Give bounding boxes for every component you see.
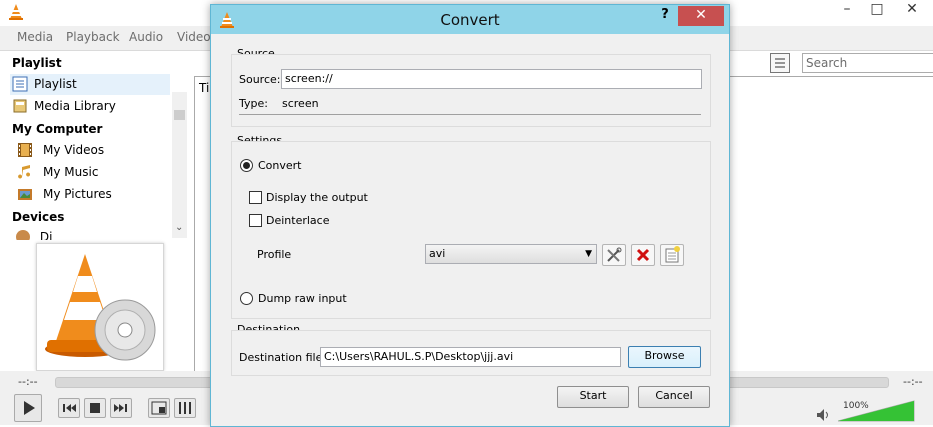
new-document-icon bbox=[665, 246, 680, 263]
display-output-label: Display the output bbox=[266, 191, 368, 204]
browse-button[interactable]: Browse bbox=[628, 346, 701, 368]
dump-raw-radio[interactable] bbox=[240, 292, 253, 305]
delete-icon bbox=[636, 248, 650, 262]
delete-profile-button[interactable] bbox=[631, 244, 655, 266]
menu-video[interactable]: Video bbox=[177, 30, 211, 44]
playlist-icon bbox=[12, 76, 28, 92]
chevron-down-icon[interactable]: ⌄ bbox=[175, 222, 183, 233]
extended-settings-button[interactable] bbox=[174, 398, 196, 418]
type-label: Type: bbox=[239, 97, 268, 110]
next-icon bbox=[114, 404, 127, 412]
maximize-button[interactable]: □ bbox=[862, 0, 892, 20]
sidebar-item-my-pictures[interactable]: My Pictures bbox=[15, 184, 175, 205]
convert-radio[interactable] bbox=[240, 159, 253, 172]
play-icon bbox=[24, 401, 35, 415]
scrollbar-thumb[interactable] bbox=[174, 110, 185, 120]
source-label: Source: bbox=[239, 73, 281, 86]
sidebar-item-media-library[interactable]: Media Library bbox=[10, 96, 170, 117]
album-art bbox=[36, 243, 164, 371]
vlc-cone-icon bbox=[9, 4, 23, 20]
sidebar-item-label: Media Library bbox=[34, 99, 116, 113]
sidebar-item-label: My Pictures bbox=[43, 187, 112, 201]
sidebar-item-my-music[interactable]: My Music bbox=[15, 162, 175, 183]
stop-icon bbox=[90, 403, 100, 413]
previous-button[interactable] bbox=[58, 398, 80, 418]
display-output-checkbox[interactable] bbox=[249, 191, 262, 204]
sidebar-scrollbar[interactable]: ⌄ bbox=[172, 92, 187, 238]
picture-icon bbox=[18, 189, 32, 200]
dialog-title-bar[interactable]: Convert ? ✕ bbox=[211, 5, 729, 34]
type-value: screen bbox=[282, 97, 319, 110]
sidebar-header-playlist: Playlist bbox=[12, 56, 62, 70]
film-icon bbox=[18, 143, 32, 157]
sidebar-header-devices: Devices bbox=[12, 210, 65, 224]
vlc-cone-art bbox=[45, 254, 156, 361]
dialog-close-button[interactable]: ✕ bbox=[678, 6, 724, 26]
deinterlace-label: Deinterlace bbox=[266, 214, 330, 227]
menu-media[interactable]: Media bbox=[17, 30, 53, 44]
playlist-column-header[interactable]: Ti bbox=[199, 81, 209, 95]
cancel-button[interactable]: Cancel bbox=[638, 386, 710, 408]
fullscreen-button[interactable] bbox=[148, 398, 170, 418]
equalizer-icon bbox=[179, 402, 191, 414]
media-library-icon bbox=[13, 99, 27, 113]
start-button[interactable]: Start bbox=[557, 386, 629, 408]
search-input[interactable]: Search bbox=[802, 53, 933, 73]
stop-button[interactable] bbox=[84, 398, 106, 418]
source-group bbox=[231, 54, 711, 127]
convert-dialog: Convert ? ✕ Source Source: screen:// Typ… bbox=[210, 4, 730, 427]
help-button[interactable]: ? bbox=[655, 7, 675, 22]
dialog-title: Convert bbox=[440, 11, 500, 29]
edit-profile-button[interactable] bbox=[602, 244, 626, 266]
sidebar-item-my-videos[interactable]: My Videos bbox=[15, 140, 175, 161]
dump-raw-label: Dump raw input bbox=[258, 292, 347, 305]
new-profile-button[interactable] bbox=[660, 244, 684, 266]
sidebar-item-label: Playlist bbox=[34, 77, 77, 91]
sidebar-item-devices-partial[interactable]: Di bbox=[16, 230, 76, 240]
playlist-view-mode-icon[interactable] bbox=[770, 53, 790, 73]
sidebar-item-label: My Music bbox=[43, 165, 99, 179]
play-button[interactable] bbox=[14, 394, 42, 422]
destination-file-input[interactable]: C:\Users\RAHUL.S.P\Desktop\jjj.avi bbox=[320, 347, 621, 367]
volume-slider[interactable] bbox=[838, 400, 918, 422]
elapsed-time: --:-- bbox=[18, 375, 38, 388]
speaker-icon[interactable] bbox=[816, 408, 830, 422]
fullscreen-icon bbox=[151, 401, 167, 415]
previous-icon bbox=[63, 404, 76, 412]
sidebar-header-my-computer: My Computer bbox=[12, 122, 103, 136]
convert-label: Convert bbox=[258, 159, 302, 172]
dropdown-arrow-icon: ▼ bbox=[585, 249, 592, 259]
sidebar-item-playlist[interactable]: Playlist bbox=[10, 74, 170, 95]
music-note-icon bbox=[18, 165, 30, 179]
total-time: --:-- bbox=[903, 375, 923, 388]
source-input[interactable]: screen:// bbox=[281, 69, 702, 89]
destination-file-label: Destination file: bbox=[239, 351, 327, 364]
profile-select-value: avi bbox=[429, 247, 446, 260]
menu-playback[interactable]: Playback bbox=[66, 30, 120, 44]
profile-label: Profile bbox=[257, 248, 292, 261]
profile-select[interactable]: avi ▼ bbox=[425, 244, 597, 264]
sidebar-item-label: My Videos bbox=[43, 143, 105, 157]
next-button[interactable] bbox=[110, 398, 132, 418]
tools-icon bbox=[607, 247, 622, 262]
source-divider bbox=[239, 114, 701, 115]
minimize-button[interactable]: – bbox=[832, 0, 862, 20]
deinterlace-checkbox[interactable] bbox=[249, 214, 262, 227]
menu-audio[interactable]: Audio bbox=[129, 30, 163, 44]
close-window-button[interactable]: ✕ bbox=[897, 0, 927, 20]
